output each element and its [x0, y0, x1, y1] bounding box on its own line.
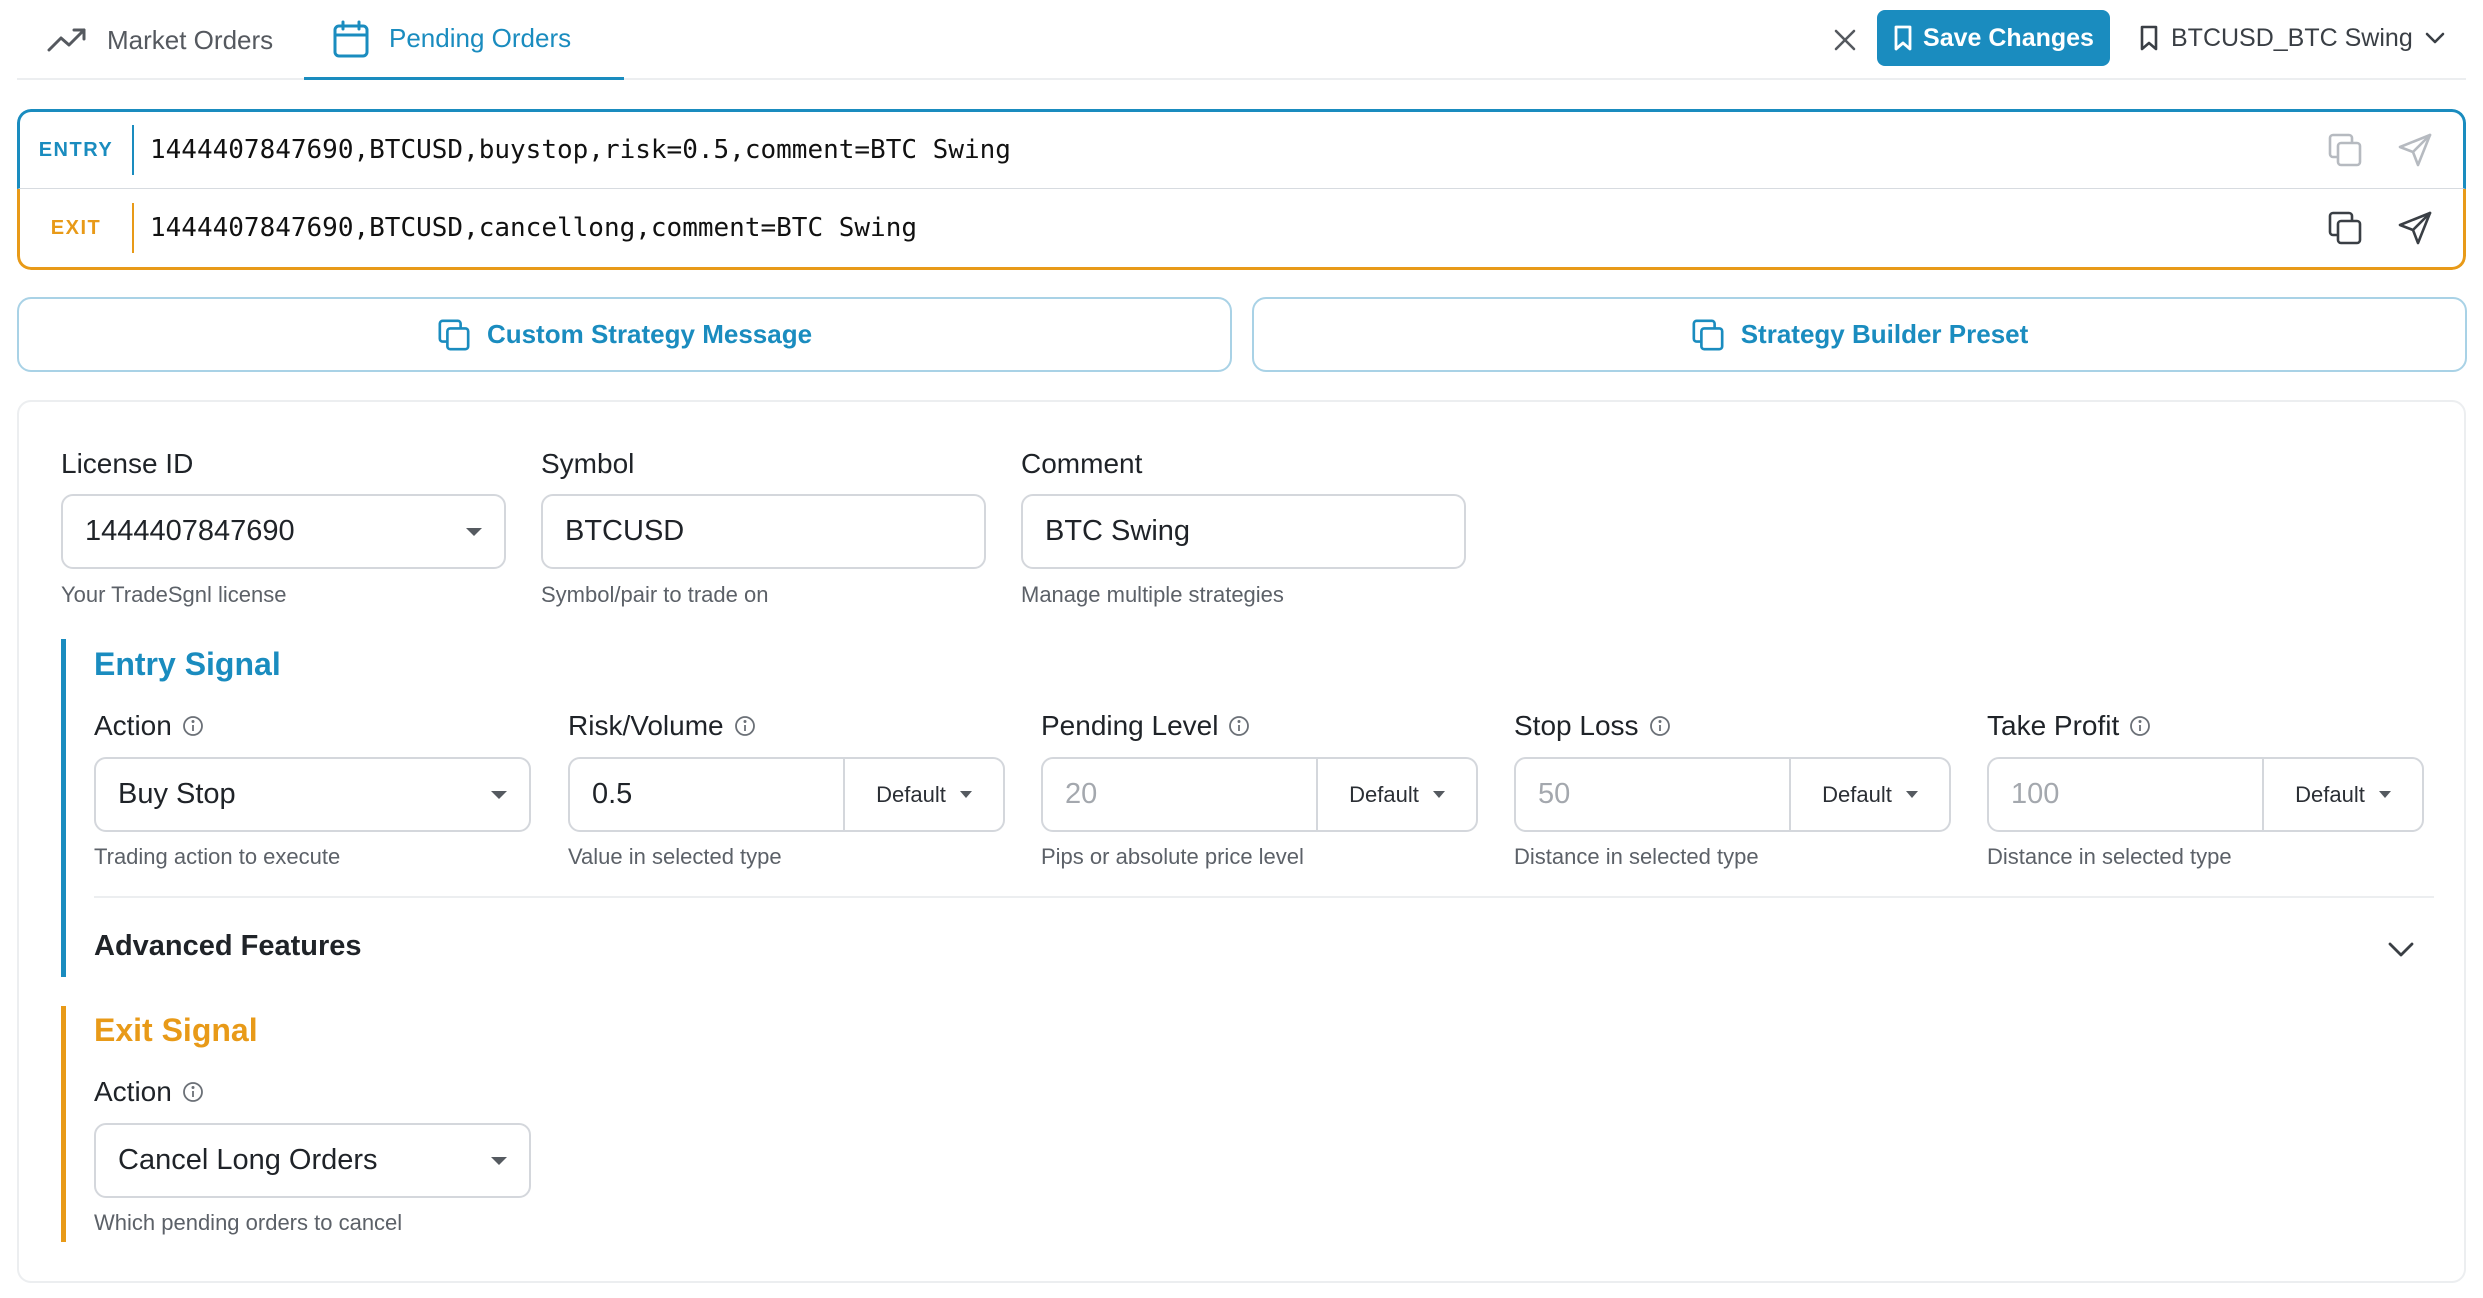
strategy-builder-preset-label: Strategy Builder Preset [1740, 319, 2029, 349]
take-profit-input[interactable]: 100 Default [1987, 757, 2424, 832]
exit-signal-title: Exit Signal [94, 1012, 258, 1048]
pending-level-label: Pending Level [1041, 710, 1250, 742]
take-profit-helper: Distance in selected type [1987, 844, 2232, 869]
license-id-label: License ID [61, 448, 194, 479]
caret-down-icon [1432, 791, 1445, 798]
info-icon [1649, 716, 1670, 736]
custom-strategy-message-button[interactable]: Custom Strategy Message [17, 297, 1232, 372]
tab-pending-orders[interactable]: Pending Orders [304, 0, 624, 80]
info-icon [2130, 716, 2151, 736]
send-icon [2398, 133, 2432, 167]
signal-messages: ENTRY 1444407847690,BTCUSD,buystop,risk=… [17, 109, 2466, 270]
custom-strategy-message-label: Custom Strategy Message [486, 319, 813, 349]
info-icon [734, 716, 755, 736]
risk-volume-helper: Value in selected type [568, 844, 782, 869]
tab-market-orders-label: Market Orders [107, 24, 274, 55]
copy-icon [2328, 211, 2362, 245]
close-icon [1834, 29, 1856, 51]
caret-down-icon [469, 790, 529, 800]
stop-loss-input[interactable]: 50 Default [1514, 757, 1951, 832]
entry-message-text[interactable]: 1444407847690,BTCUSD,buystop,risk=0.5,co… [134, 135, 2325, 165]
calendar-icon [333, 20, 369, 57]
send-icon [2398, 211, 2432, 245]
exit-action-label: Action [94, 1076, 204, 1108]
entry-action-select[interactable]: Buy Stop [94, 757, 531, 832]
advanced-features-title[interactable]: Advanced Features [94, 930, 362, 963]
bookmark-icon [2140, 25, 2158, 51]
comment-input[interactable]: BTC Swing [1021, 494, 1466, 569]
pending-level-input[interactable]: 20 Default [1041, 757, 1478, 832]
entry-message-label: ENTRY [20, 125, 134, 175]
tab-market-orders[interactable]: Market Orders [47, 0, 273, 80]
copy-icon [1692, 319, 1724, 350]
entry-signal-accent-bar [61, 639, 66, 977]
exit-send-button[interactable] [2395, 208, 2435, 248]
exit-action-helper: Which pending orders to cancel [94, 1210, 403, 1235]
risk-volume-unit-select[interactable]: Default [843, 759, 1003, 830]
comment-value: BTC Swing [1045, 515, 1191, 547]
preset-name: BTCUSD_BTC Swing [2171, 23, 2413, 52]
trending-up-icon [47, 28, 86, 52]
entry-message-row: ENTRY 1444407847690,BTCUSD,buystop,risk=… [17, 109, 2466, 189]
caret-down-icon [959, 791, 972, 798]
close-button[interactable] [1827, 22, 1863, 58]
exit-copy-button[interactable] [2325, 208, 2365, 248]
risk-volume-label: Risk/Volume [568, 710, 756, 742]
stop-loss-placeholder: 50 [1538, 778, 1571, 810]
strategy-form: License ID 1444407847690 Your TradeSgnl … [17, 400, 2466, 1283]
entry-copy-button[interactable] [2325, 130, 2365, 170]
tab-pending-orders-label: Pending Orders [389, 23, 572, 53]
symbol-helper: Symbol/pair to trade on [541, 582, 769, 607]
risk-volume-value: 0.5 [592, 778, 633, 810]
caret-down-icon [2378, 791, 2391, 798]
pending-level-helper: Pips or absolute price level [1041, 844, 1304, 869]
preset-selector[interactable]: BTCUSD_BTC Swing [2139, 18, 2445, 58]
pending-level-unit-select[interactable]: Default [1316, 759, 1476, 830]
license-id-helper: Your TradeSgnl license [61, 582, 287, 607]
exit-message-row: EXIT 1444407847690,BTCUSD,cancellong,com… [17, 189, 2466, 270]
take-profit-unit-select[interactable]: Default [2262, 759, 2422, 830]
stop-loss-label: Stop Loss [1514, 710, 1671, 742]
section-divider [94, 896, 2434, 898]
caret-down-icon [469, 1156, 529, 1166]
exit-signal-accent-bar [61, 1006, 66, 1242]
stop-loss-helper: Distance in selected type [1514, 844, 1759, 869]
take-profit-label: Take Profit [1987, 710, 2151, 742]
comment-label: Comment [1021, 448, 1143, 479]
risk-volume-input[interactable]: 0.5 Default [568, 757, 1005, 832]
comment-helper: Manage multiple strategies [1021, 582, 1284, 607]
caret-down-icon [444, 527, 504, 537]
stop-loss-unit-select[interactable]: Default [1789, 759, 1949, 830]
symbol-label: Symbol [541, 448, 635, 479]
entry-action-helper: Trading action to execute [94, 844, 341, 869]
symbol-value: BTCUSD [565, 515, 685, 547]
info-icon [1229, 716, 1250, 736]
caret-down-icon [1905, 791, 1918, 798]
license-id-value: 1444407847690 [85, 515, 295, 547]
copy-icon [2328, 133, 2362, 167]
entry-send-button[interactable] [2395, 130, 2435, 170]
license-id-select[interactable]: 1444407847690 [61, 494, 506, 569]
save-changes-button[interactable]: Save Changes [1877, 10, 2110, 66]
chevron-down-icon [2425, 32, 2445, 44]
exit-message-text[interactable]: 1444407847690,BTCUSD,cancellong,comment=… [134, 213, 2325, 243]
take-profit-placeholder: 100 [2011, 778, 2060, 810]
info-icon [182, 716, 203, 736]
exit-action-value: Cancel Long Orders [118, 1144, 378, 1176]
entry-signal-title: Entry Signal [94, 646, 281, 682]
info-icon [182, 1082, 203, 1102]
advanced-features-toggle[interactable] [2379, 927, 2423, 971]
strategy-builder-preset-button[interactable]: Strategy Builder Preset [1252, 297, 2467, 372]
exit-action-select[interactable]: Cancel Long Orders [94, 1123, 531, 1198]
entry-action-value: Buy Stop [118, 778, 236, 810]
chevron-down-icon [2388, 942, 2414, 956]
exit-message-label: EXIT [20, 203, 134, 253]
symbol-input[interactable]: BTCUSD [541, 494, 986, 569]
bookmark-icon [1894, 25, 1912, 51]
top-bar: Market Orders Pending Orders Save Change… [17, 0, 2466, 80]
entry-action-label: Action [94, 710, 204, 742]
pending-level-placeholder: 20 [1065, 778, 1098, 810]
copy-icon [438, 319, 470, 350]
save-changes-label: Save Changes [1923, 23, 2094, 52]
